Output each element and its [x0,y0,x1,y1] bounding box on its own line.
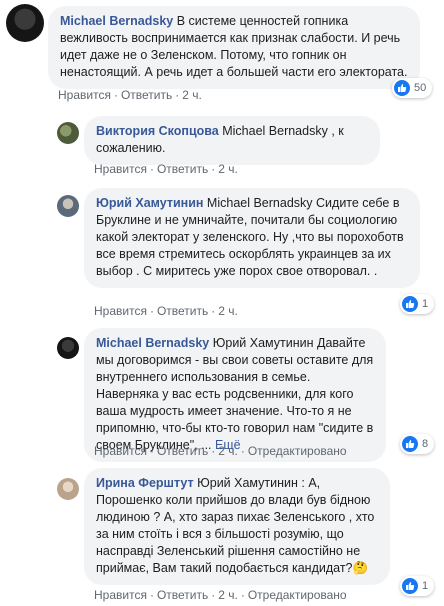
avatar[interactable] [57,195,79,217]
comment-text: : А, Порошенко коли прийшов до влади був… [96,476,375,575]
like-link[interactable]: Нравится [94,162,147,176]
comment-author[interactable]: Michael Bernadsky [60,14,173,28]
reply-link[interactable]: Ответить [157,162,208,176]
comment-actions: Нравится · Ответить · 2 ч. · Отредактировано [94,588,347,602]
comment-actions: Нравится · Ответить · 2 ч. [94,304,238,318]
comment-author[interactable]: Ирина Ферштут [96,476,194,490]
like-link[interactable]: Нравится [94,588,147,602]
comment-text: Давайте мы договоримся - вы свои советы … [96,336,374,452]
reaction-count[interactable]: 8 [400,434,435,454]
reply-link[interactable]: Ответить [157,444,208,458]
comment-time[interactable]: 2 ч. [218,444,238,458]
reaction-count[interactable]: 50 [392,78,433,98]
reaction-count[interactable]: 1 [400,576,435,596]
comment-bubble: Ирина Ферштут Юрий Хамутинин : А, Пороше… [84,468,390,585]
reply-link[interactable]: Ответить [157,588,208,602]
comment-author[interactable]: Юрий Хамутинин [96,196,203,210]
comment-time[interactable]: 2 ч. [218,304,238,318]
like-link[interactable]: Нравится [94,444,147,458]
reaction-number: 8 [422,438,429,450]
like-icon [402,296,418,312]
reaction-count[interactable]: 1 [400,294,435,314]
reply-link[interactable]: Ответить [157,304,208,318]
avatar[interactable] [6,4,44,42]
avatar[interactable] [57,122,79,144]
comment-time[interactable]: 2 ч. [218,588,238,602]
reaction-number: 1 [422,298,429,310]
comment-actions: Нравится · Ответить · 2 ч. · Отредактировано [94,444,347,458]
mention[interactable]: Юрий Хамутинин [213,336,314,350]
mention[interactable]: Michael Bernadsky [207,196,313,210]
comment-actions: Нравится · Ответить · 2 ч. [94,162,238,176]
comment-bubble: Michael Bernadsky Юрий Хамутинин Давайте… [84,328,386,462]
like-icon [402,578,418,594]
avatar[interactable] [57,478,79,500]
edited-label[interactable]: Отредактировано [248,444,347,458]
reaction-number: 50 [414,82,427,94]
edited-label[interactable]: Отредактировано [248,588,347,602]
like-link[interactable]: Нравится [94,304,147,318]
reaction-number: 1 [422,580,429,592]
mention[interactable]: Юрий Хамутинин [197,476,298,490]
like-link[interactable]: Нравится [58,88,111,102]
avatar[interactable] [57,337,79,359]
reply-link[interactable]: Ответить [121,88,172,102]
like-icon [402,436,418,452]
comment-bubble: Michael Bernadsky В системе ценностей го… [48,6,420,89]
comment-time[interactable]: 2 ч. [182,88,202,102]
comment-time[interactable]: 2 ч. [218,162,238,176]
comment-bubble: Виктория Скопцова Michael Bernadsky , к … [84,116,380,165]
like-icon [394,80,410,96]
comment-bubble: Юрий Хамутинин Michael Bernadsky Сидите … [84,188,420,288]
comment-author[interactable]: Виктория Скопцова [96,124,219,138]
comment-actions: Нравится · Ответить · 2 ч. [58,88,202,102]
comment-author[interactable]: Michael Bernadsky [96,336,209,350]
mention[interactable]: Michael Bernadsky [222,124,328,138]
